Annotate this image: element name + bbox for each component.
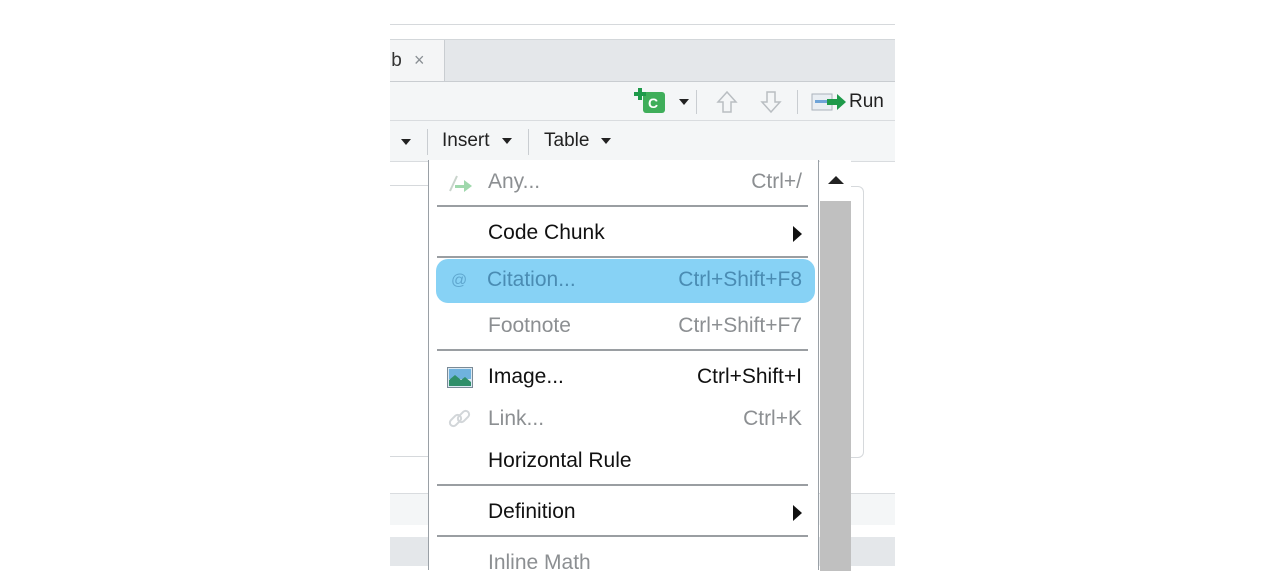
menu-item-label: Code Chunk — [488, 221, 605, 244]
tab-bib-file[interactable]: ib × — [390, 40, 445, 81]
menu-divider — [437, 349, 808, 351]
insert-arrow-icon — [449, 175, 472, 192]
menu-item-definition[interactable]: Definition — [437, 491, 808, 533]
menu-item-label: Image... — [488, 365, 564, 388]
outline-pane — [850, 186, 864, 458]
add-chunk-c-icon: C — [634, 88, 665, 113]
menu-item-label: Any... — [488, 170, 541, 193]
menu-item-shortcut: Ctrl+Shift+F7 — [678, 314, 802, 337]
menu-item-label: Inline Math — [488, 551, 591, 570]
tab-label: ib — [390, 50, 402, 71]
format-toolbar: Insert Table — [390, 121, 895, 162]
link-icon — [448, 409, 471, 428]
run-button[interactable]: Run — [811, 91, 884, 113]
tab-bar: ib × — [390, 39, 895, 82]
insert-menu: Any... Ctrl+/ Code Chunk @ Citation... C… — [428, 160, 819, 570]
toolbar-separator — [427, 129, 428, 155]
menu-item-any[interactable]: Any... Ctrl+/ — [437, 161, 808, 203]
chevron-down-icon — [679, 99, 689, 105]
menu-item-shortcut: Ctrl+Shift+I — [696, 365, 802, 388]
menu-item-label: Definition — [488, 500, 576, 523]
toolbar-separator — [696, 90, 697, 114]
submenu-arrow-icon — [793, 505, 802, 521]
menu-item-label: Link... — [488, 407, 545, 430]
editor-border — [390, 456, 430, 457]
menu-divider — [437, 256, 808, 258]
menu-item-inline-math[interactable]: Inline Math — [437, 542, 808, 570]
chevron-down-icon — [501, 138, 512, 144]
menu-item-citation[interactable]: @ Citation... Ctrl+Shift+F8 — [436, 259, 815, 303]
menu-item-shortcut: Ctrl+/ — [751, 170, 802, 193]
arrow-up-icon — [716, 90, 738, 113]
editor-toolbar: C Run — [390, 82, 895, 121]
submenu-arrow-icon — [793, 226, 802, 242]
image-icon — [447, 367, 473, 388]
chevron-down-icon — [601, 138, 612, 144]
svg-text:C: C — [648, 95, 658, 111]
menu-item-link[interactable]: Link... Ctrl+K — [437, 398, 808, 440]
run-arrow-icon — [811, 93, 846, 111]
insert-menu-button[interactable]: Insert — [442, 121, 512, 161]
toolbar-separator — [797, 90, 798, 114]
previous-chunk-button[interactable] — [716, 90, 738, 114]
menu-item-image[interactable]: Image... Ctrl+Shift+I — [437, 356, 808, 398]
menu-item-shortcut: Ctrl+K — [743, 407, 802, 430]
menu-item-horizontal-rule[interactable]: Horizontal Rule — [437, 440, 808, 482]
table-menu-button[interactable]: Table — [544, 121, 612, 161]
scroll-up-arrow-icon[interactable] — [828, 176, 844, 184]
arrow-down-icon — [760, 91, 782, 114]
svg-text:@: @ — [451, 272, 467, 289]
scrollbar-thumb[interactable] — [820, 201, 851, 571]
chevron-down-icon — [401, 139, 411, 145]
insert-chunk-dropdown[interactable] — [679, 99, 689, 105]
format-dropdown[interactable] — [401, 139, 411, 145]
menu-divider — [437, 205, 808, 207]
table-label: Table — [544, 130, 590, 151]
menu-item-label: Footnote — [488, 314, 571, 337]
insert-chunk-button[interactable]: C — [634, 88, 668, 114]
menu-item-label: Citation... — [487, 268, 576, 291]
editor-border — [390, 185, 430, 186]
toolbar-separator — [528, 129, 529, 155]
menu-divider — [437, 535, 808, 537]
menu-scrollbar[interactable] — [820, 160, 851, 571]
at-sign-icon: @ — [451, 272, 467, 289]
menu-item-shortcut: Ctrl+Shift+F8 — [678, 268, 802, 291]
insert-label: Insert — [442, 130, 490, 151]
menu-item-label: Horizontal Rule — [488, 449, 632, 472]
run-label: Run — [849, 91, 884, 112]
next-chunk-button[interactable] — [760, 90, 782, 114]
menu-divider — [437, 484, 808, 486]
close-tab-icon[interactable]: × — [414, 40, 425, 81]
menu-item-footnote[interactable]: Footnote Ctrl+Shift+F7 — [437, 305, 808, 347]
menu-item-code-chunk[interactable]: Code Chunk — [437, 212, 808, 254]
